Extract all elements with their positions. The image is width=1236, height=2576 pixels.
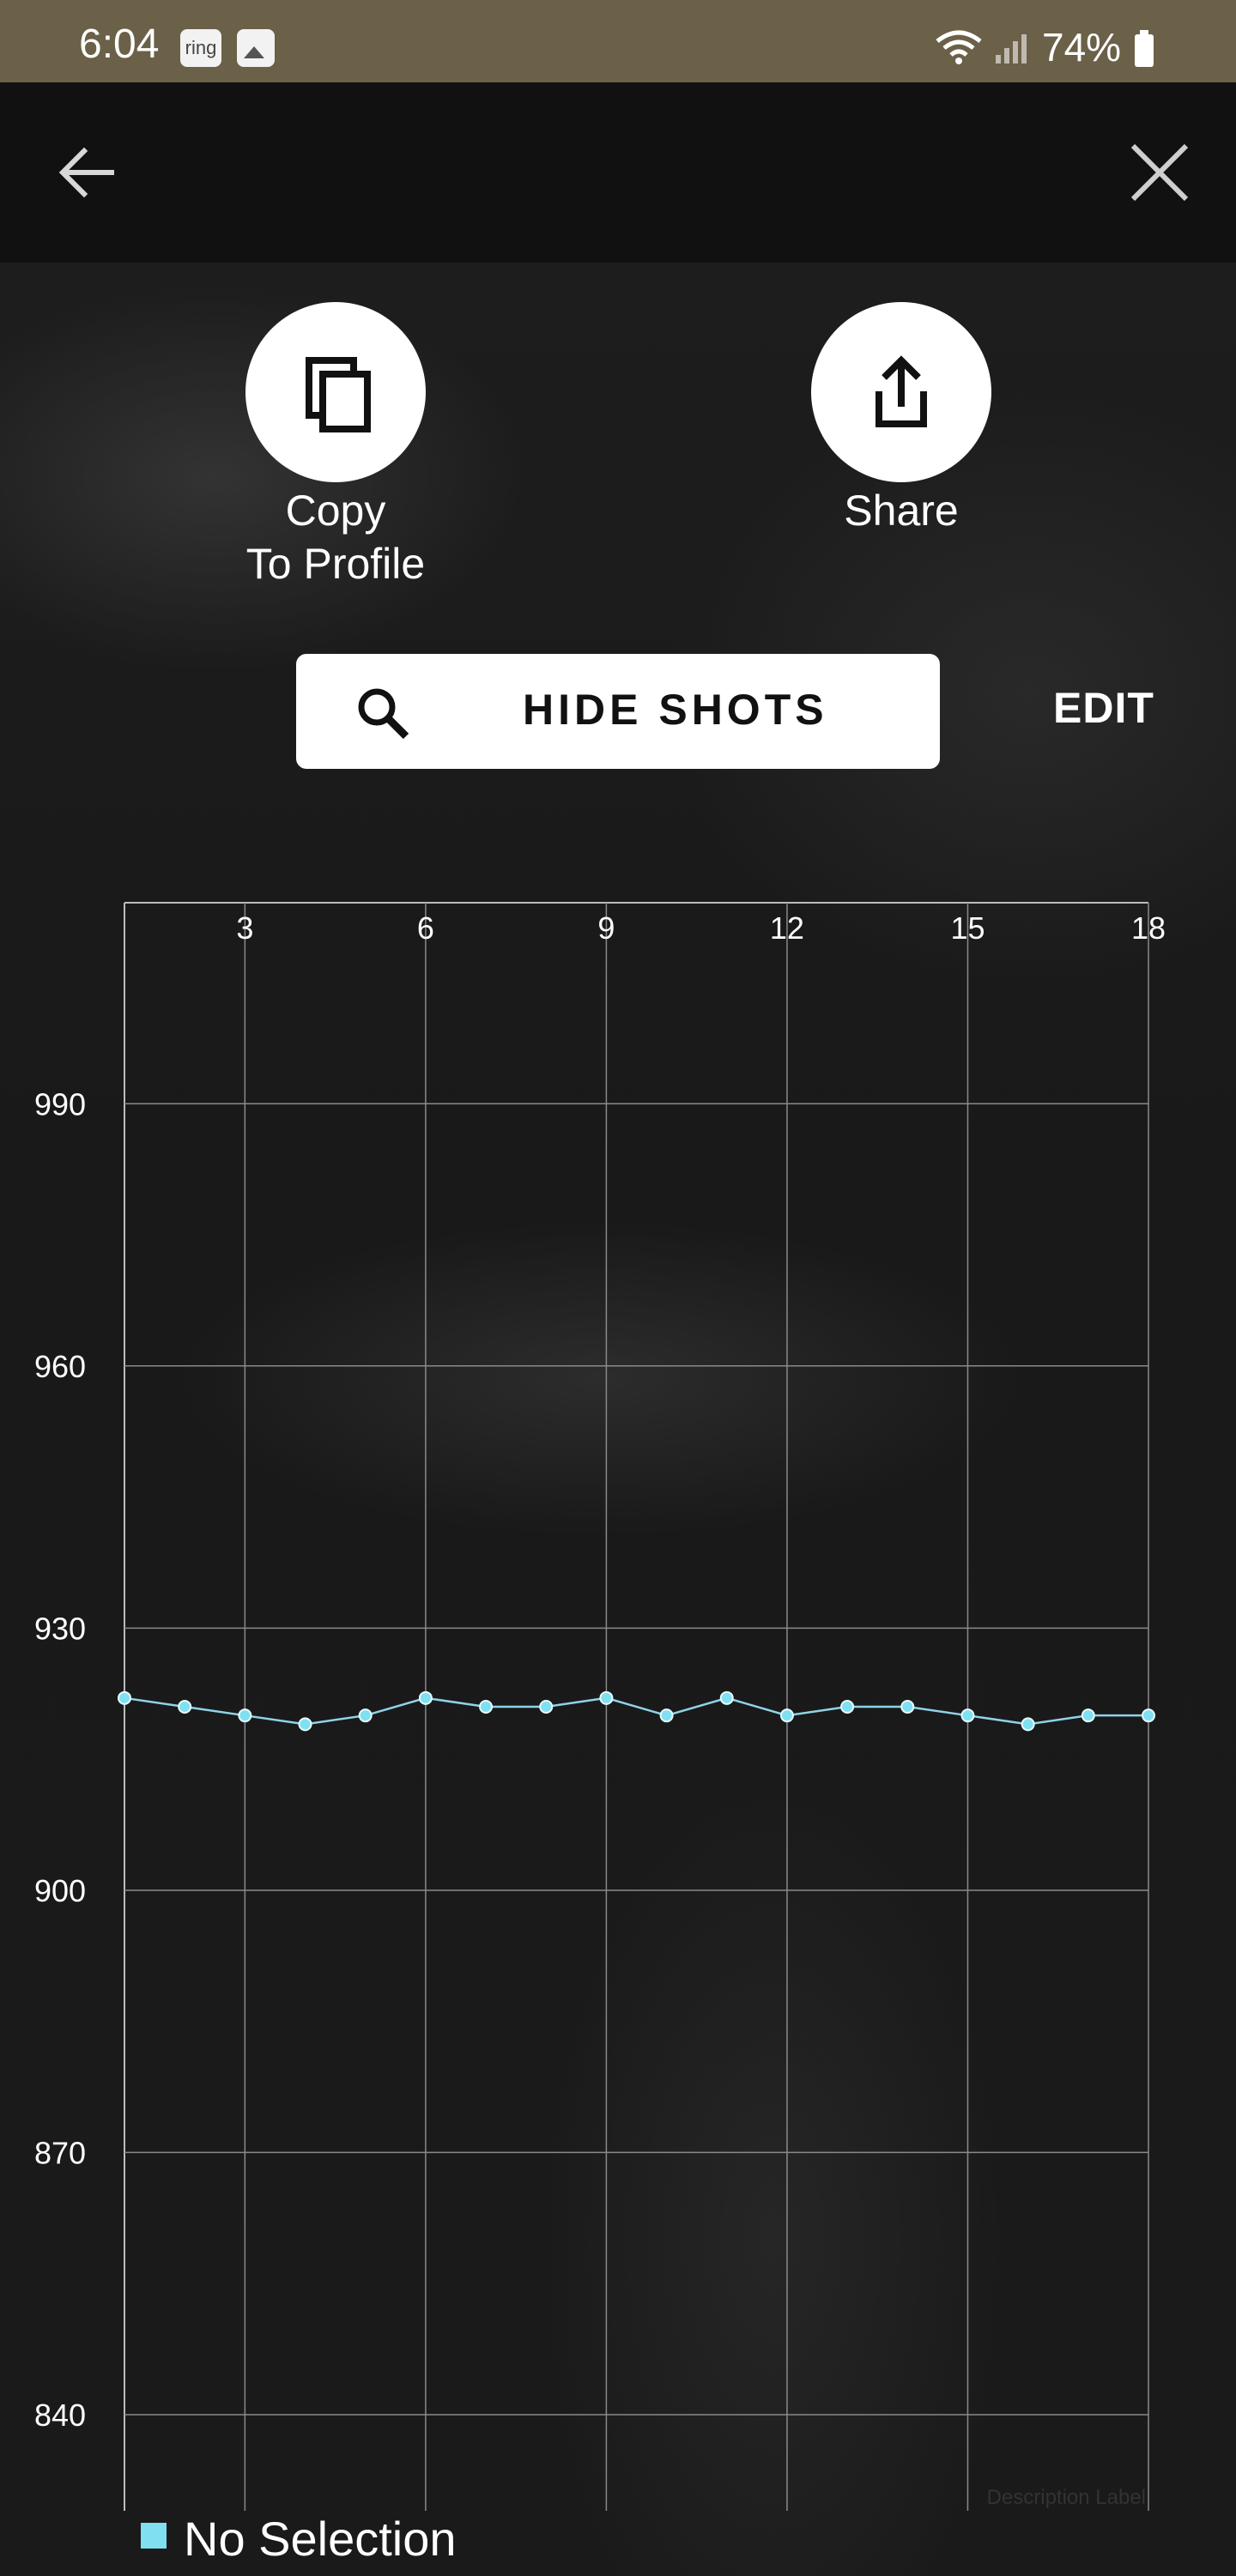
data-point xyxy=(479,1700,494,1714)
data-point xyxy=(118,1690,131,1705)
y-tick-label: 960 xyxy=(34,1349,86,1384)
data-point xyxy=(840,1700,855,1714)
battery-percent: 74% xyxy=(1042,25,1122,70)
y-tick-label: 840 xyxy=(34,2398,86,2433)
series-line xyxy=(124,1696,1148,1726)
data-point xyxy=(358,1708,373,1723)
data-point xyxy=(1081,1708,1095,1723)
velocity-chart: 3 6 9 12 15 18 840 870 900 930 960 990 Description… xyxy=(34,902,1166,2511)
app-bar xyxy=(0,82,1236,263)
data-point xyxy=(298,1717,312,1732)
y-tick-label: 870 xyxy=(34,2135,86,2170)
y-tick-label: 930 xyxy=(34,1611,86,1646)
x-tick-label: 9 xyxy=(597,910,615,946)
legend-label: No Selection xyxy=(184,2512,457,2566)
x-tick-label: 6 xyxy=(417,910,434,946)
data-point xyxy=(779,1708,794,1723)
x-tick-label: 18 xyxy=(1131,910,1166,946)
y-tick-label: 990 xyxy=(34,1086,86,1122)
data-point xyxy=(418,1690,433,1705)
y-tick-label: 900 xyxy=(34,1873,86,1908)
battery-icon xyxy=(1135,30,1154,67)
signal-icon xyxy=(992,29,1033,67)
status-time: 6:04 xyxy=(79,21,160,67)
gallery-icon xyxy=(237,29,275,67)
data-point xyxy=(238,1708,252,1723)
close-button[interactable] xyxy=(1121,134,1198,211)
x-tick-label: 12 xyxy=(770,910,804,946)
data-point xyxy=(960,1708,975,1723)
data-point xyxy=(1142,1708,1155,1723)
data-point xyxy=(599,1690,614,1705)
legend-swatch xyxy=(141,2523,167,2549)
data-point xyxy=(1021,1717,1035,1732)
arrow-left-icon xyxy=(58,147,114,198)
data-point xyxy=(900,1700,915,1714)
back-button[interactable] xyxy=(52,134,129,211)
data-point xyxy=(539,1700,554,1714)
x-tick-label: 3 xyxy=(236,910,253,946)
data-point xyxy=(659,1708,674,1723)
wifi-icon xyxy=(934,29,984,67)
description-label: Description Label xyxy=(987,2486,1146,2509)
close-icon xyxy=(1130,143,1189,202)
ring-app-icon: ring xyxy=(180,29,221,67)
x-tick-label: 15 xyxy=(950,910,985,946)
data-point xyxy=(178,1700,192,1714)
content-area: Copy To Profile Share HIDE SHOTS EDIT 36… xyxy=(0,263,1236,2576)
data-point xyxy=(719,1690,734,1705)
status-bar: 6:04 ring 74% xyxy=(0,0,1236,82)
